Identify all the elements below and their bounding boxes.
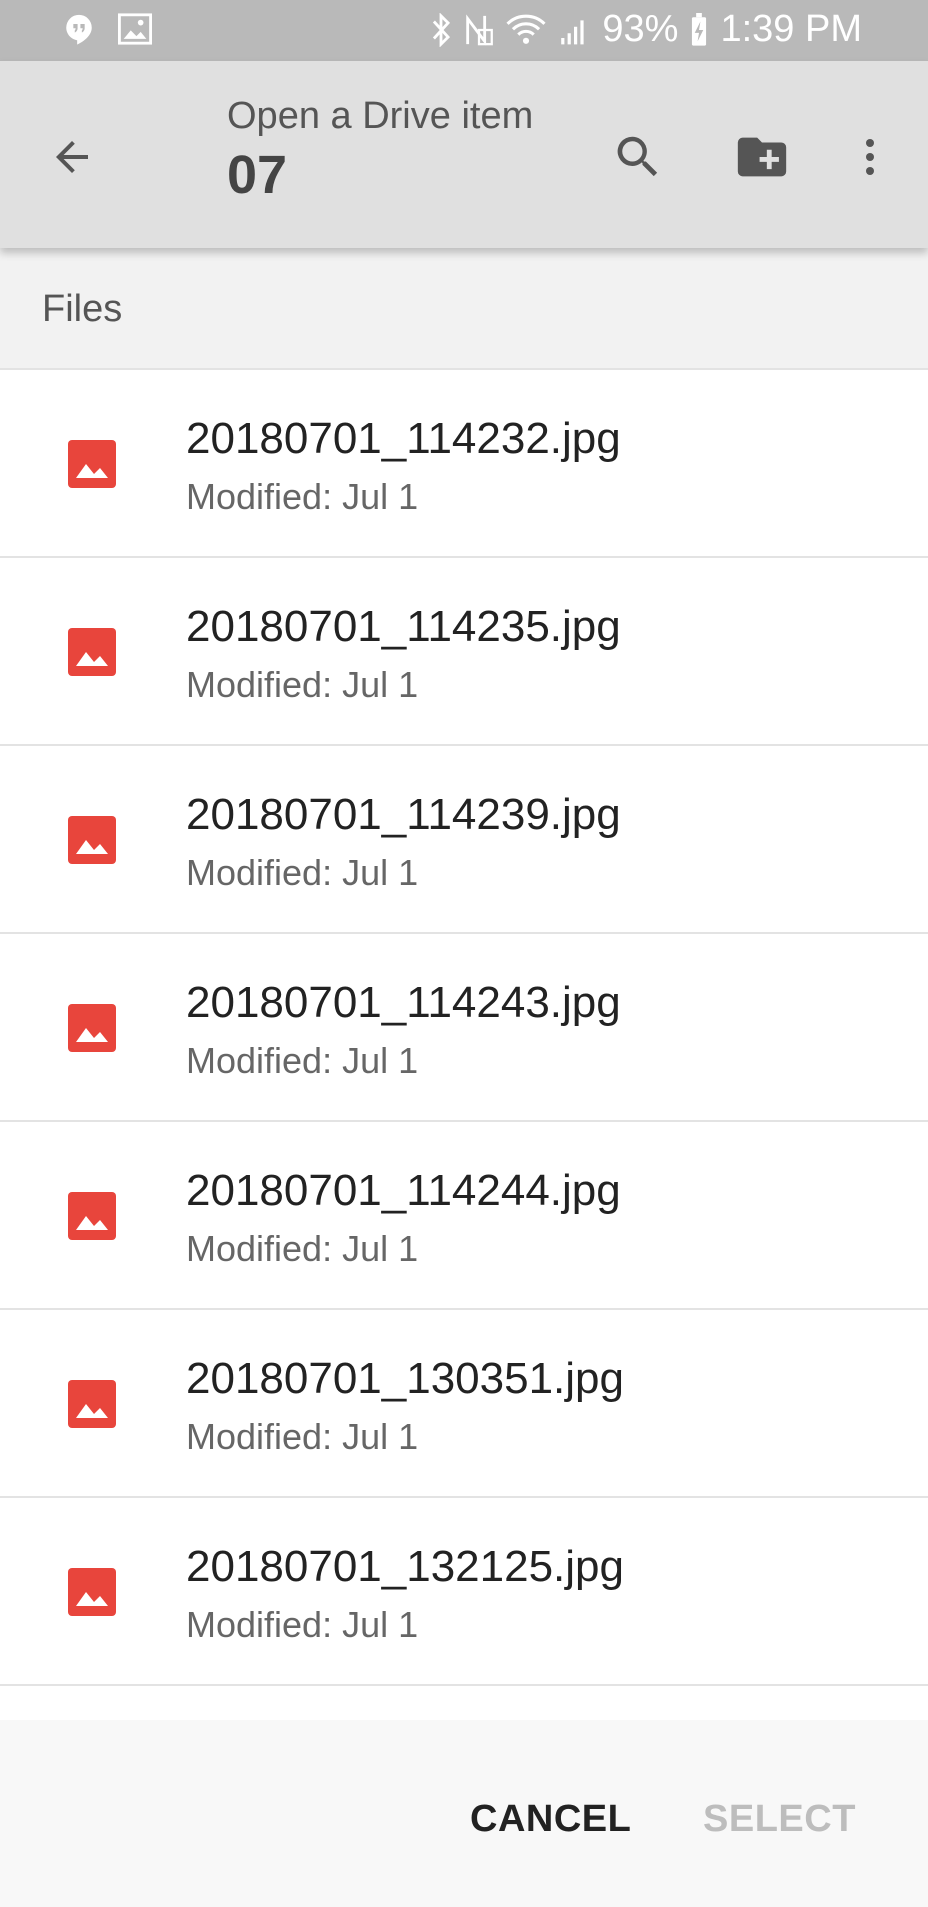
back-arrow-icon (56, 141, 88, 173)
cancel-button[interactable]: CANCEL (470, 1798, 631, 1841)
file-row[interactable]: 20180701_114235.jpg Modified: Jul 1 (0, 558, 928, 746)
section-label: Files (42, 288, 123, 330)
file-name: 20180701_114232.jpg (186, 414, 621, 463)
file-modified: Modified: Jul 1 (186, 1228, 419, 1269)
file-row[interactable]: 20180701_130351.jpg Modified: Jul 1 (0, 1310, 928, 1498)
wifi-icon (506, 14, 546, 46)
file-row[interactable]: 20180701_114232.jpg Modified: Jul 1 (0, 370, 928, 558)
app-bar: Open a Drive item 07 (0, 61, 928, 248)
file-modified: Modified: Jul 1 (186, 1416, 419, 1457)
status-bar: 93% 1:39 PM (0, 0, 928, 61)
battery-charging-icon (690, 12, 708, 47)
more-options-button[interactable] (838, 125, 902, 189)
file-name: 20180701_132125.jpg (186, 1542, 625, 1591)
back-button[interactable] (40, 125, 104, 189)
new-folder-icon (737, 137, 787, 177)
file-name: 20180701_114239.jpg (186, 790, 621, 839)
section-header: Files (0, 248, 928, 370)
image-file-icon (68, 1192, 116, 1240)
folder-title: 07 (227, 145, 288, 205)
file-modified: Modified: Jul 1 (186, 664, 419, 705)
file-row[interactable]: 20180701_132125.jpg Modified: Jul 1 (0, 1498, 928, 1686)
file-name: 20180701_130351.jpg (186, 1354, 625, 1403)
file-name: 20180701_114235.jpg (186, 602, 621, 651)
app-bar-titles: Open a Drive item 07 (227, 95, 533, 206)
file-list: 20180701_114232.jpg Modified: Jul 1 2018… (0, 370, 928, 1686)
image-file-icon (68, 1004, 116, 1052)
bluetooth-icon (430, 12, 452, 47)
select-button[interactable]: SELECT (703, 1798, 856, 1841)
image-file-icon (68, 628, 116, 676)
file-modified: Modified: Jul 1 (186, 852, 419, 893)
file-modified: Modified: Jul 1 (186, 1040, 419, 1081)
file-name: 20180701_114243.jpg (186, 978, 621, 1027)
search-icon (617, 136, 658, 177)
new-folder-button[interactable] (730, 125, 794, 189)
image-file-icon (68, 1380, 116, 1428)
hangouts-icon (62, 12, 96, 51)
nfc-icon (464, 13, 494, 47)
image-file-icon (68, 816, 116, 864)
dialog-actions: CANCEL SELECT (0, 1720, 928, 1907)
image-file-icon (68, 440, 116, 488)
battery-percent: 93% (602, 8, 679, 50)
file-modified: Modified: Jul 1 (186, 476, 419, 517)
file-name: 20180701_114244.jpg (186, 1166, 621, 1215)
signal-icon (558, 14, 590, 46)
file-row[interactable]: 20180701_114239.jpg Modified: Jul 1 (0, 746, 928, 934)
image-icon (118, 13, 152, 50)
file-row[interactable]: 20180701_114244.jpg Modified: Jul 1 (0, 1122, 928, 1310)
image-file-icon (68, 1568, 116, 1616)
file-modified: Modified: Jul 1 (186, 1604, 419, 1645)
search-button[interactable] (606, 125, 670, 189)
more-vert-icon (866, 139, 874, 175)
file-row[interactable]: 20180701_114243.jpg Modified: Jul 1 (0, 934, 928, 1122)
clock: 1:39 PM (720, 8, 862, 50)
dialog-subtitle: Open a Drive item (227, 95, 534, 137)
